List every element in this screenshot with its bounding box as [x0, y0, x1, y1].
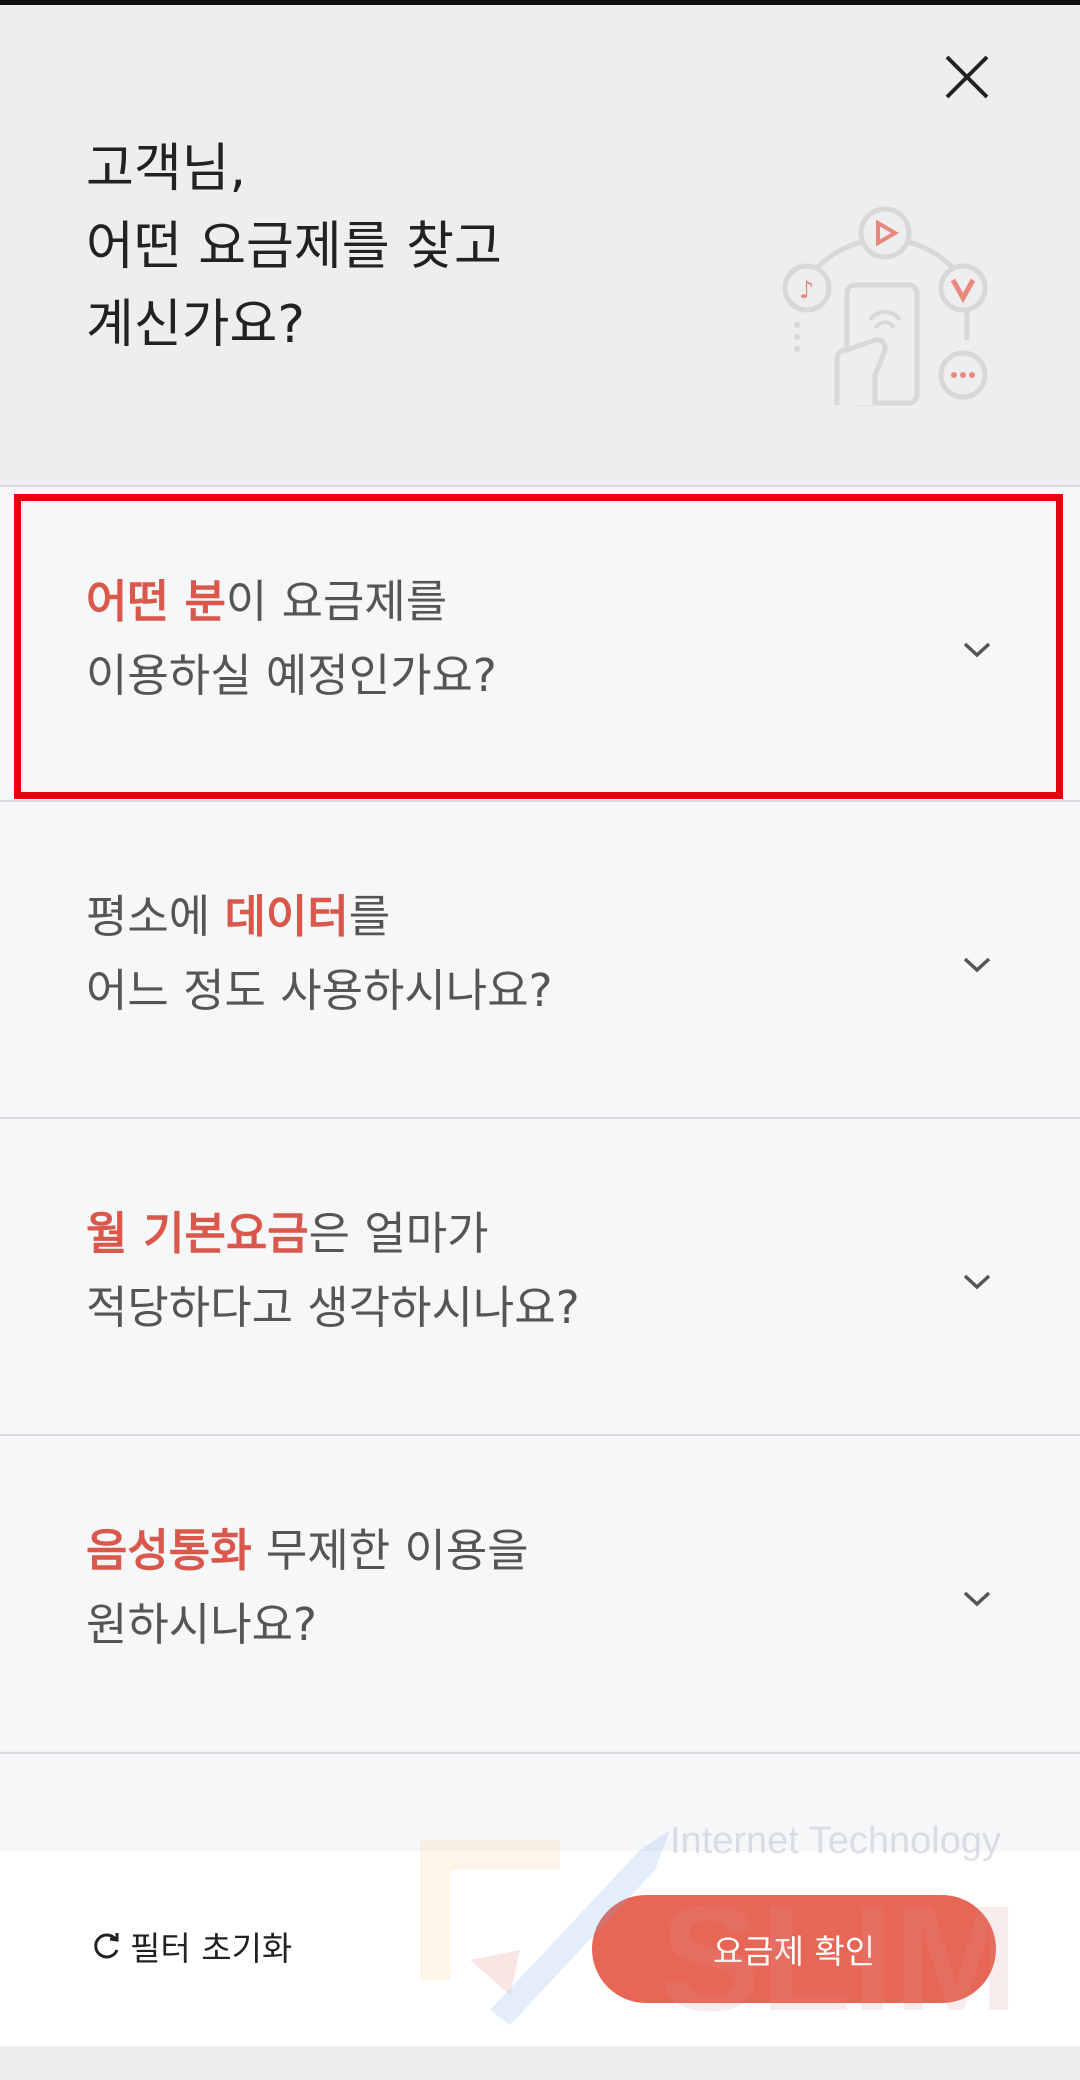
filter-reset-button[interactable]: 필터 초기화 [90, 1911, 292, 1981]
question-highlight: 월 기본요금 [86, 1207, 309, 1260]
plan-confirm-button[interactable]: 요금제 확인 [592, 1895, 996, 2003]
question-text-line: 이용하실 예정인가요? [86, 649, 497, 702]
question-text-line: 원하시나요? [86, 1598, 317, 1651]
refresh-icon [94, 1933, 119, 1959]
question-text: 어떤 분이 요금제를 이용하실 예정인가요? [86, 565, 906, 713]
header: 고객님, 어떤 요금제를 찾고 계신가요? ♪ [0, 5, 1080, 485]
question-voice-call[interactable]: 음성통화 무제한 이용을 원하시나요? [0, 1434, 1080, 1751]
question-text-line: 어느 정도 사용하시나요? [86, 964, 553, 1017]
chevron-down-icon [963, 1591, 991, 1607]
chevron-down-icon [963, 1274, 991, 1290]
chevron-down-icon [963, 642, 991, 658]
question-data-usage[interactable]: 평소에 데이터를 어느 정도 사용하시나요? [0, 800, 1080, 1117]
chevron-down-icon [963, 957, 991, 973]
bottom-strip [0, 2046, 1080, 2080]
question-text: 음성통화 무제한 이용을 원하시나요? [86, 1514, 906, 1662]
greeting-line: 어떤 요금제를 찾고 [86, 217, 502, 277]
greeting-line: 고객님, [86, 139, 247, 199]
plan-finder-screen: 고객님, 어떤 요금제를 찾고 계신가요? ♪ 어떤 분이 요금제를 이용하실 … [0, 0, 1080, 2080]
question-text: 평소에 데이터를 어느 정도 사용하시나요? [86, 880, 906, 1028]
question-text-part: 은 얼마가 [308, 1207, 489, 1260]
question-highlight: 음성통화 [86, 1524, 252, 1577]
question-text-line: 적당하다고 생각하시나요? [86, 1281, 580, 1334]
question-highlight: 어떤 분 [86, 575, 226, 628]
close-icon [945, 55, 989, 99]
close-button[interactable] [930, 45, 1004, 109]
question-text-part: 평소에 [86, 890, 225, 943]
question-monthly-fee[interactable]: 월 기본요금은 얼마가 적당하다고 생각하시나요? [0, 1117, 1080, 1434]
plan-confirm-label: 요금제 확인 [712, 1932, 876, 1971]
svg-text:♪: ♪ [799, 276, 814, 304]
footer-bar: 필터 초기화 요금제 확인 [0, 1851, 1080, 2046]
list-end-spacer [0, 1752, 1080, 1852]
question-text-part: 무제한 이용을 [251, 1524, 529, 1577]
greeting-title: 고객님, 어떤 요금제를 찾고 계신가요? [86, 130, 726, 364]
question-highlight: 데이터 [224, 890, 349, 943]
question-text-part: 이 요금제를 [225, 575, 448, 628]
greeting-line: 계신가요? [86, 295, 305, 355]
phone-media-icon: ♪ [782, 206, 988, 406]
question-user-type[interactable]: 어떤 분이 요금제를 이용하실 예정인가요? [0, 485, 1080, 802]
question-text-part: 를 [348, 890, 391, 943]
question-text: 월 기본요금은 얼마가 적당하다고 생각하시나요? [86, 1197, 906, 1345]
filter-reset-label: 필터 초기화 [130, 1929, 293, 1968]
